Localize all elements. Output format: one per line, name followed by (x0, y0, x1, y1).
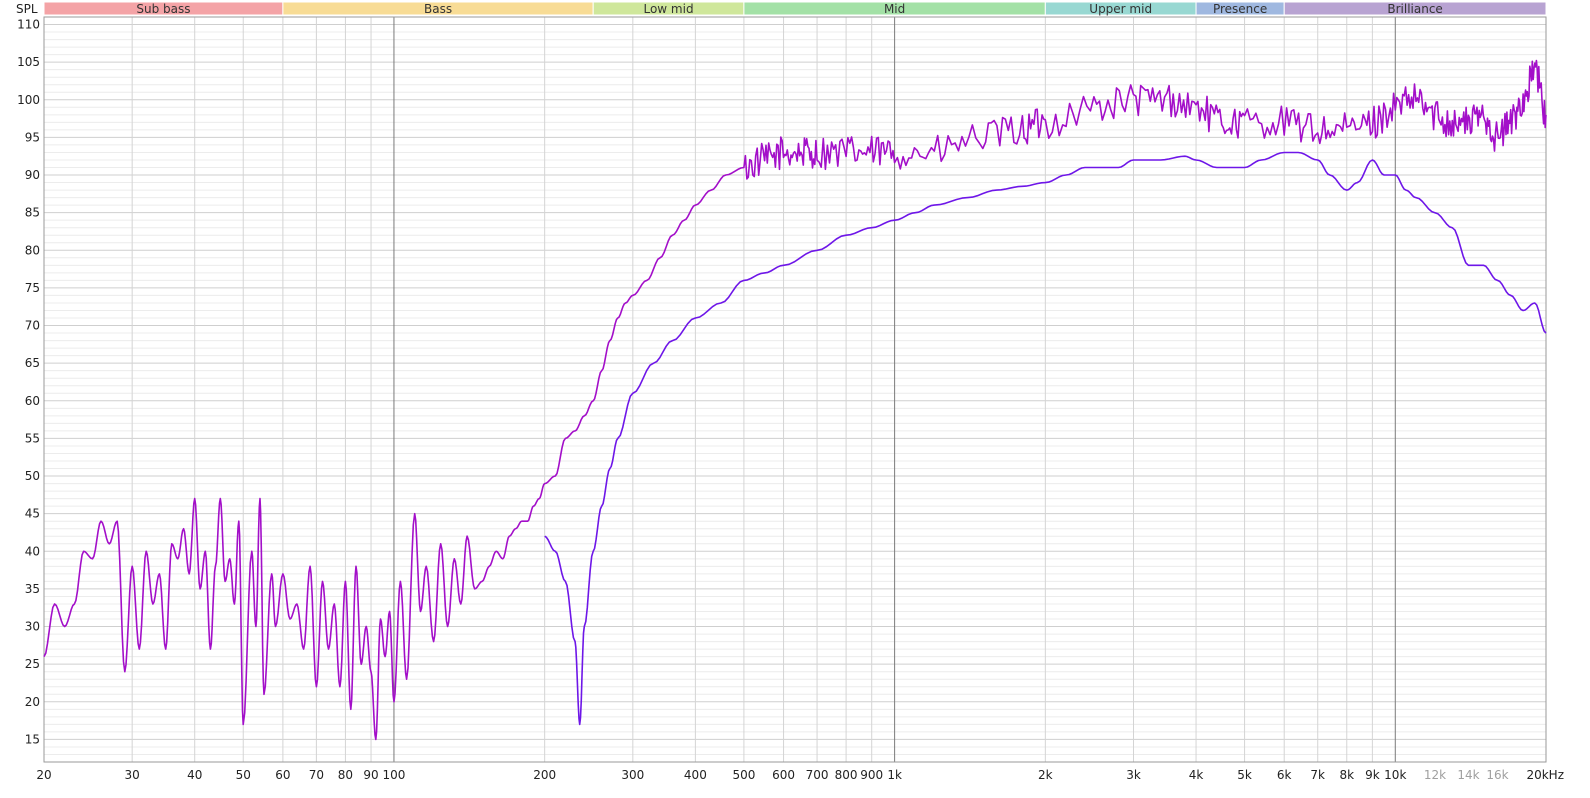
x-tick-label: 100 (382, 768, 405, 782)
x-tick-label: 60 (275, 768, 290, 782)
x-tick-label: 900 (860, 768, 883, 782)
x-tick-label: 70 (309, 768, 324, 782)
band-label: Upper mid (1089, 2, 1152, 16)
plot-area (44, 17, 1546, 762)
x-tick-label: 600 (772, 768, 795, 782)
band-label: Low mid (643, 2, 693, 16)
y-tick-label: 90 (25, 168, 40, 182)
y-tick-label: 105 (17, 55, 40, 69)
y-tick-label: 20 (25, 695, 40, 709)
x-tick-label: 800 (835, 768, 858, 782)
x-tick-label: 14k (1457, 768, 1479, 782)
y-tick-label: 110 (17, 18, 40, 32)
band-label: Brilliance (1387, 2, 1442, 16)
chart-canvas: Sub bass Bass Low mid Mid Upper mid Presence B… (16, 1, 1564, 782)
x-tick-label: 6k (1277, 768, 1292, 782)
y-tick-label: 45 (25, 507, 40, 521)
x-tick-label: 5k (1237, 768, 1252, 782)
y-tick-label: 100 (17, 93, 40, 107)
x-tick-label: 3k (1126, 768, 1141, 782)
x-tick-label: 8k (1339, 768, 1354, 782)
y-tick-label: 95 (25, 130, 40, 144)
band-label: Presence (1213, 2, 1267, 16)
y-tick-label: 55 (25, 431, 40, 445)
band-label: Sub bass (136, 2, 190, 16)
band-label: Mid (884, 2, 905, 16)
y-tick-label: 40 (25, 544, 40, 558)
x-tick-label: 30 (125, 768, 140, 782)
y-tick-label: 80 (25, 243, 40, 257)
y-tick-label: 75 (25, 281, 40, 295)
y-tick-label: 60 (25, 394, 40, 408)
x-tick-label: 20 (36, 768, 51, 782)
x-tick-label: 500 (732, 768, 755, 782)
x-tick-label: 50 (236, 768, 251, 782)
x-tick-label: 2k (1038, 768, 1053, 782)
y-tick-label: 15 (25, 732, 40, 746)
x-tick-label: 90 (363, 768, 378, 782)
y-tick-label: 30 (25, 620, 40, 634)
y-tick-label: 70 (25, 319, 40, 333)
y-tick-label: 25 (25, 657, 40, 671)
y-axis-label: SPL (16, 2, 38, 16)
x-tick-label: 20kHz (1526, 768, 1564, 782)
x-tick-label: 16k (1486, 768, 1508, 782)
x-tick-label: 1k (887, 768, 902, 782)
x-tick-label: 700 (806, 768, 829, 782)
y-tick-label: 65 (25, 356, 40, 370)
x-tick-label: 300 (621, 768, 644, 782)
x-tick-label: 40 (187, 768, 202, 782)
y-tick-label: 35 (25, 582, 40, 596)
x-tick-label: 12k (1424, 768, 1446, 782)
x-tick-label: 400 (684, 768, 707, 782)
band-label: Bass (424, 2, 452, 16)
frequency-response-chart: Sub bass Bass Low mid Mid Upper mid Presence B… (0, 0, 1590, 798)
y-tick-label: 50 (25, 469, 40, 483)
y-tick-label: 85 (25, 206, 40, 220)
x-tick-label: 4k (1189, 768, 1204, 782)
x-tick-label: 9k (1365, 768, 1380, 782)
x-tick-label: 10k (1384, 768, 1406, 782)
x-tick-label: 80 (338, 768, 353, 782)
x-tick-label: 200 (533, 768, 556, 782)
x-tick-label: 7k (1310, 768, 1325, 782)
